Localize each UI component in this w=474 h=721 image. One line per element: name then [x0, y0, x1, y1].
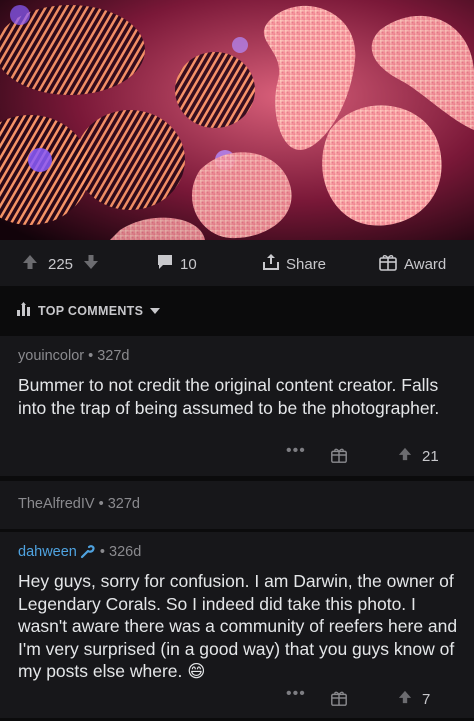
comment-vote: 7 — [398, 690, 430, 708]
comment-username[interactable]: youincolor — [18, 348, 84, 364]
comment-sort-bar: TOP COMMENTS — [0, 286, 474, 334]
comment-bubble-icon — [156, 254, 174, 274]
share-label: Share — [286, 255, 327, 273]
comment-age: 326d — [109, 544, 142, 560]
downvote-icon[interactable] — [83, 254, 99, 274]
sort-label: TOP COMMENTS — [38, 303, 144, 318]
award-button[interactable]: Award — [378, 253, 446, 275]
gift-icon[interactable] — [330, 446, 348, 469]
comment-username[interactable]: TheAlfredIV — [18, 496, 95, 512]
comments-button[interactable]: 10 — [156, 254, 197, 274]
comment-score: 7 — [422, 690, 431, 708]
meta-separator: • — [95, 544, 109, 560]
award-label: Award — [404, 255, 447, 273]
gift-icon — [378, 253, 398, 275]
comment-username-op[interactable]: dahween — [18, 544, 77, 560]
comment-actions: ••• 7 — [0, 685, 474, 712]
gift-icon[interactable] — [330, 689, 348, 712]
upvote-icon[interactable] — [22, 254, 38, 274]
share-icon — [262, 253, 280, 275]
comment: dahween • 326d Hey guys, sorry for confu… — [0, 532, 474, 718]
comment-score: 21 — [422, 447, 439, 465]
comment-body: Hey guys, sorry for confusion. I am Darw… — [18, 571, 458, 681]
comment-count: 10 — [180, 255, 197, 273]
sort-dropdown[interactable]: TOP COMMENTS — [16, 302, 161, 319]
vote-control: 225 — [22, 254, 99, 274]
comment-age: 327d — [107, 496, 140, 512]
meta-separator: • — [98, 496, 108, 512]
comment-meta: youincolor • 327d — [18, 348, 130, 364]
share-button[interactable]: Share — [262, 253, 326, 275]
meta-separator: • — [88, 348, 98, 364]
comment-meta: TheAlfredIV • 327d — [18, 496, 140, 512]
coral-photo-illustration — [0, 0, 474, 240]
upvote-icon[interactable] — [398, 447, 412, 465]
chevron-down-icon — [149, 304, 161, 318]
comment-collapsed[interactable]: TheAlfredIV • 327d — [0, 481, 474, 529]
comment: youincolor • 327d Bummer to not credit t… — [0, 336, 474, 476]
comment-actions: ••• 21 — [0, 442, 474, 469]
more-options-icon[interactable]: ••• — [286, 442, 306, 460]
more-options-icon[interactable]: ••• — [286, 685, 306, 703]
sort-bars-icon — [16, 302, 32, 319]
wrench-icon — [80, 545, 96, 559]
post-action-bar: 225 10 Share Award — [0, 240, 474, 286]
comment-age: 327d — [97, 348, 130, 364]
post-image[interactable] — [0, 0, 474, 240]
upvote-icon[interactable] — [398, 690, 412, 708]
comment-meta: dahween • 326d — [18, 544, 141, 560]
upvote-count: 225 — [48, 255, 74, 273]
comment-body: Bummer to not credit the original conten… — [18, 375, 440, 418]
comment-vote: 21 — [398, 447, 439, 465]
